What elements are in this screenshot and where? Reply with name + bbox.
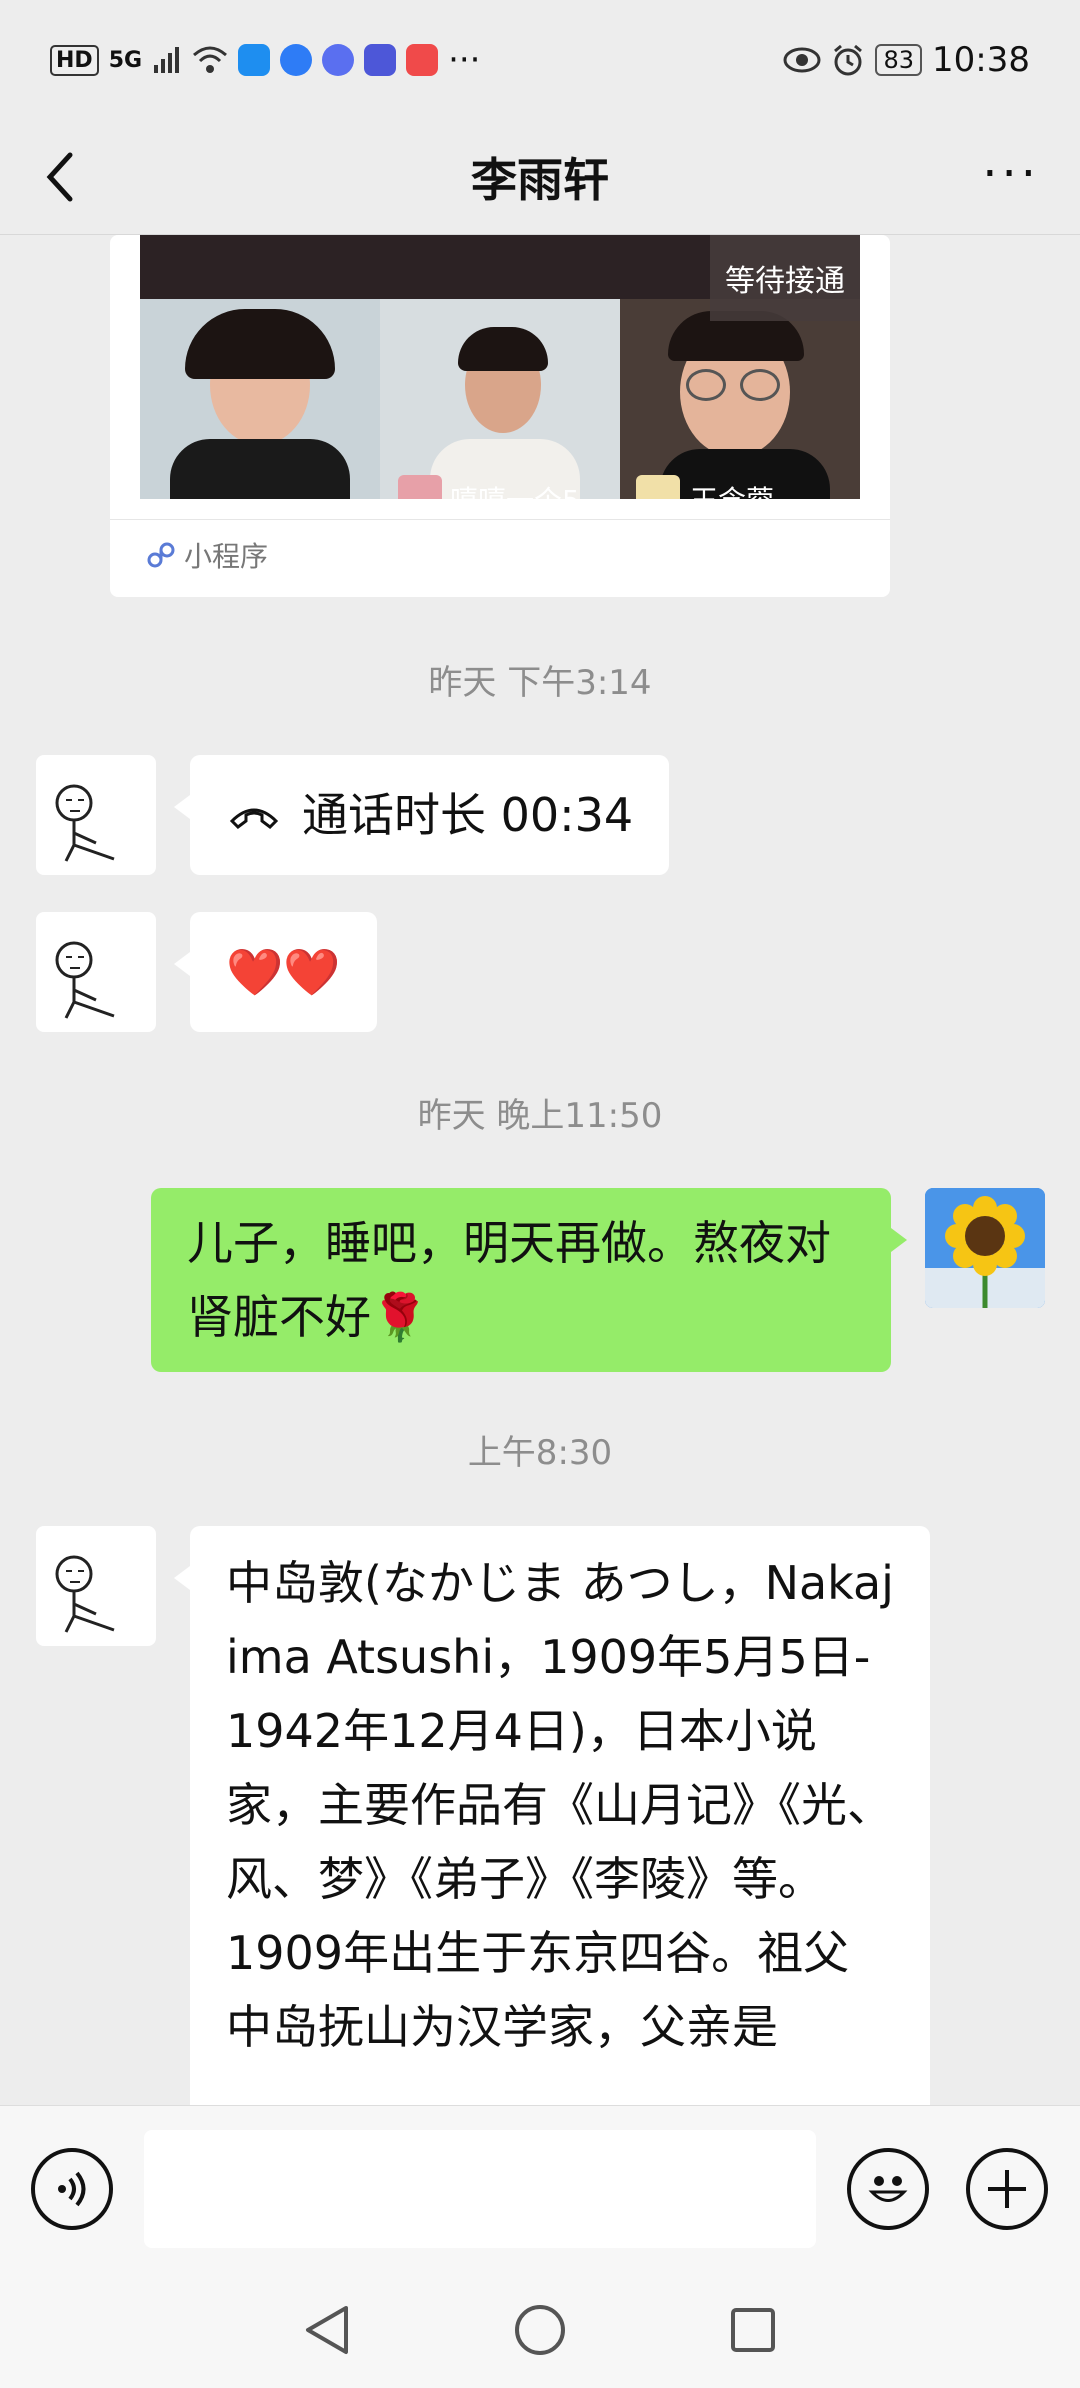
app-icon-5 [406, 44, 439, 76]
status-bar: HD 5G ··· 83 10:38 [0, 0, 1080, 120]
video-tile-3: 王含蓉 [620, 299, 860, 499]
mini-program-footer: 小程序 [146, 535, 268, 575]
self-avatar[interactable] [925, 1188, 1045, 1308]
stickman-avatar-icon [55, 941, 115, 1019]
message-bubble[interactable]: 通话时长 00:34 [173, 755, 670, 875]
app-icon-4 [364, 44, 397, 76]
message-timestamp: 昨天 晚上11:50 [417, 1096, 663, 1136]
emoji-icon [868, 2176, 908, 2202]
avatar[interactable] [36, 755, 156, 875]
stickman-avatar-icon [55, 1555, 115, 1633]
voice-icon [58, 2171, 86, 2207]
video-preview: 嘻嘻一个5 王含蓉 等待接通 [140, 235, 860, 499]
message-bubble[interactable]: ❤️❤️ [174, 912, 377, 1032]
message-timestamp: 昨天 下午3:14 [428, 663, 652, 703]
plus-icon [988, 2170, 1026, 2208]
chevron-left-icon [46, 152, 73, 202]
message-text: 中岛敦(なかじま あつし，Nakajima Atsushi，1909年5月5日-… [226, 1556, 894, 2054]
mini-program-icon [147, 542, 175, 568]
wifi-icon [193, 46, 228, 73]
participant-name-1: 嘻嘻一个5 [450, 479, 580, 499]
mini-program-card[interactable]: 嘻嘻一个5 王含蓉 等待接通 小程序 [110, 235, 890, 597]
more-button[interactable]: ··· [982, 150, 1040, 198]
avatar[interactable] [36, 1526, 156, 1646]
back-button[interactable] [40, 142, 100, 212]
message-timestamp: 上午8:30 [467, 1433, 613, 1473]
app-icon-1 [238, 44, 271, 76]
app-icon-3 [322, 44, 355, 76]
message-bubble-self[interactable]: 儿子，睡吧，明天再做。熬夜对肾脏不好🌹 [151, 1188, 907, 1372]
wait-status-label: 等待接通 [710, 235, 860, 321]
nav-recents-icon[interactable] [728, 2305, 778, 2355]
card-divider [110, 519, 890, 520]
plus-button[interactable] [966, 2148, 1048, 2230]
alarm-icon [834, 44, 863, 76]
sunflower-avatar-icon [925, 1188, 1045, 1308]
app-icon-2 [280, 44, 313, 76]
network-badge: 5G [108, 47, 143, 73]
participant-name-2: 王含蓉 [690, 479, 774, 499]
chat-area[interactable]: 嘻嘻一个5 王含蓉 等待接通 小程序 昨天 下午3:14 通话时长 00:34 [0, 235, 1080, 2105]
chat-title: 李雨轩 [471, 153, 609, 207]
chat-header: 李雨轩 ··· [0, 120, 1080, 235]
avatar[interactable] [36, 912, 156, 1032]
status-right: 83 10:38 [783, 40, 1030, 80]
call-duration-text: 通话时长 00:34 [302, 788, 634, 842]
battery-indicator: 83 [875, 44, 923, 76]
message-bubble[interactable]: 中岛敦(なかじま あつし，Nakajima Atsushi，1909年5月5日-… [174, 1526, 930, 2105]
video-tile-1 [140, 299, 380, 499]
nav-home-icon[interactable] [512, 2302, 568, 2358]
message-text: ❤️❤️ [226, 945, 341, 999]
eye-icon [783, 47, 821, 73]
message-text: 儿子，睡吧，明天再做。熬夜对肾脏不好🌹 [187, 1216, 831, 1344]
message-input[interactable] [144, 2130, 816, 2248]
status-more: ··· [448, 40, 481, 80]
input-bar [0, 2105, 1080, 2272]
voice-button[interactable] [31, 2148, 113, 2230]
hd-badge: HD [50, 44, 99, 76]
system-nav-bar [0, 2272, 1080, 2388]
nav-back-icon[interactable] [302, 2302, 352, 2358]
phone-hangup-icon [229, 808, 279, 829]
signal-icon [154, 47, 180, 73]
emoji-button[interactable] [847, 2148, 929, 2230]
clock: 10:38 [932, 40, 1030, 80]
mini-program-label: 小程序 [184, 540, 269, 573]
video-tile-2: 嘻嘻一个5 [380, 299, 620, 499]
status-left: HD 5G ··· [50, 40, 481, 80]
stickman-avatar-icon [55, 784, 115, 862]
